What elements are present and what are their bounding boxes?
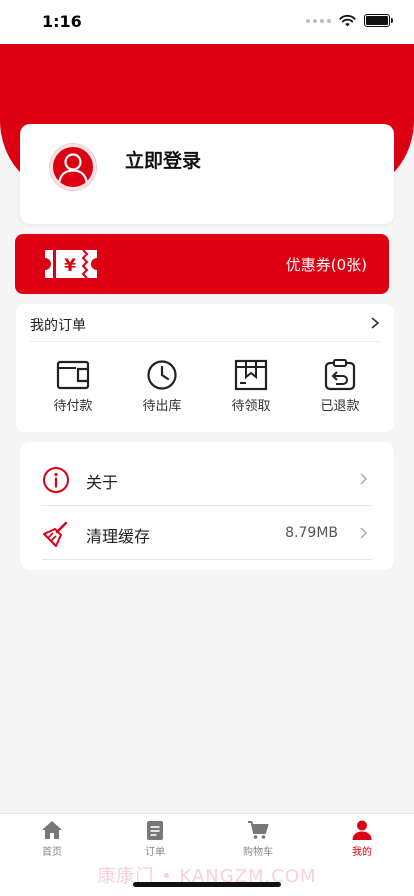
wifi-icon	[339, 14, 356, 27]
status-bar: 1:16	[0, 0, 414, 44]
tab-me[interactable]: 我的	[317, 820, 407, 858]
chevron-right-icon	[360, 473, 368, 485]
order-pending-payment[interactable]: 待付款	[38, 359, 108, 414]
clipboard-icon	[147, 821, 163, 840]
broom-icon	[43, 521, 68, 547]
cart-icon	[248, 821, 269, 839]
menu-item-label: 关于	[86, 473, 119, 492]
orders-header[interactable]: 我的订单	[30, 314, 380, 342]
chevron-right-icon	[371, 317, 380, 329]
order-label: 已退款	[320, 399, 360, 414]
clock-icon	[147, 360, 177, 390]
user-avatar-icon	[57, 153, 89, 185]
tab-label: 购物车	[243, 847, 273, 858]
tab-label: 订单	[145, 847, 165, 858]
status-indicators	[306, 14, 393, 27]
order-label: 待出库	[142, 399, 182, 414]
status-time: 1:16	[42, 12, 82, 31]
coupon-bar[interactable]: ¥ 优惠券(0张)	[15, 234, 389, 294]
tab-home[interactable]: 首页	[7, 820, 97, 858]
info-icon	[43, 467, 69, 493]
login-button[interactable]: 立即登录	[125, 146, 201, 173]
menu-item-label: 清理缓存	[86, 527, 151, 546]
cache-size-value: 8.79MB	[285, 525, 338, 541]
battery-icon	[364, 14, 393, 27]
order-pending-pickup[interactable]: 待领取	[216, 359, 286, 414]
home-icon	[42, 821, 62, 839]
menu-card: 关于 清理缓存 8.79MB	[20, 442, 394, 570]
order-refunded[interactable]: 已退款	[305, 359, 375, 414]
wallet-icon	[56, 360, 90, 390]
menu-item-clear-cache[interactable]: 清理缓存 8.79MB	[20, 506, 394, 560]
tab-label: 首页	[42, 847, 62, 858]
home-indicator	[133, 882, 281, 887]
menu-item-about[interactable]: 关于	[20, 452, 394, 506]
svg-text:¥: ¥	[64, 256, 76, 276]
orders-card: 我的订单 待付款 待出库 待领取 已退款	[16, 304, 394, 432]
tab-cart[interactable]: 购物车	[213, 820, 303, 858]
signal-icon	[306, 18, 331, 23]
tab-label: 我的	[352, 847, 372, 858]
order-label: 待付款	[53, 399, 93, 414]
user-icon	[352, 820, 372, 840]
tab-orders[interactable]: 订单	[110, 820, 200, 858]
order-pending-shipment[interactable]: 待出库	[127, 359, 197, 414]
refund-icon	[324, 359, 356, 391]
coupon-ticket-icon: ¥	[45, 249, 97, 279]
coupon-label: 优惠券(0张)	[285, 256, 367, 274]
profile-card[interactable]: 立即登录	[20, 124, 394, 224]
avatar[interactable]	[50, 144, 96, 190]
order-label: 待领取	[231, 399, 271, 414]
package-icon	[234, 359, 268, 391]
divider	[42, 559, 372, 560]
chevron-right-icon	[360, 527, 368, 539]
orders-title: 我的订单	[30, 318, 86, 334]
